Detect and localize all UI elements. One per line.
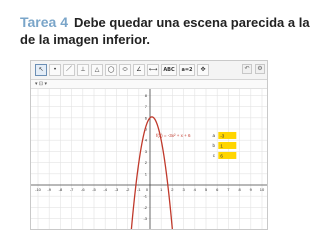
style-bar[interactable]: ▾ ⊡ ▾ (31, 80, 267, 89)
x-tick-label: 9 (250, 187, 253, 192)
slider-name-b: b (212, 143, 215, 148)
x-tick-label: 1 (160, 187, 163, 192)
task-heading: Tarea 4 Debe quedar una escena parecida a… (20, 14, 310, 48)
x-tick-label: -7 (70, 187, 74, 192)
x-tick-label: 3 (182, 187, 185, 192)
text-tool-icon[interactable]: ABC (161, 64, 177, 76)
x-tick-label: 7 (227, 187, 230, 192)
slider-value-a[interactable]: -3 (220, 133, 224, 138)
undo-icon[interactable]: ↶ (242, 64, 252, 74)
settings-icon[interactable]: ⚙ (255, 64, 265, 74)
x-tick-label: -4 (103, 187, 107, 192)
function-label[interactable]: f(x) = -3x² + x + 6 (156, 133, 191, 138)
geogebra-window: ↖ • ／ ⊥ △ ◯ ⬭ ∠ ⟷ ABC a=2 ✥ ⚙ ↶ ▾ ⊡ ▾ -10 -9 -8 -7 -6 -5 -4… (30, 60, 268, 230)
circle-icon[interactable]: ◯ (105, 64, 117, 76)
x-tick-label: 2 (171, 187, 174, 192)
perpendicular-icon[interactable]: ⊥ (77, 64, 89, 76)
x-tick-label: 5 (205, 187, 208, 192)
x-tick-label: 8 (238, 187, 241, 192)
line-icon[interactable]: ／ (63, 64, 75, 76)
x-tick-label: -5 (92, 187, 96, 192)
reflect-icon[interactable]: ⟷ (147, 64, 159, 76)
x-tick-label: 6 (216, 187, 219, 192)
ellipse-icon[interactable]: ⬭ (119, 64, 131, 76)
x-tick-label: 0 (146, 187, 149, 192)
x-tick-label: -3 (115, 187, 119, 192)
x-tick-label: -2 (126, 187, 130, 192)
y-tick-label: -4 (143, 227, 147, 230)
graphics-view[interactable]: -10 -9 -8 -7 -6 -5 -4 -3 -2 -1 0 1 2 3 4 5 6 7 8 9 10-4-3-2-… (31, 89, 268, 230)
x-tick-label: -10 (35, 187, 42, 192)
angle-icon[interactable]: ∠ (133, 64, 145, 76)
point-icon[interactable]: • (49, 64, 61, 76)
x-tick-label: 10 (260, 187, 265, 192)
slider-name-a: a (212, 133, 215, 138)
x-tick-label: -6 (81, 187, 85, 192)
x-tick-label: -9 (47, 187, 51, 192)
move-view-icon[interactable]: ✥ (197, 64, 209, 76)
x-tick-label: -1 (137, 187, 141, 192)
task-number: Tarea 4 (20, 14, 68, 30)
x-tick-label: 4 (194, 187, 197, 192)
slider-name-c: c (213, 153, 216, 158)
move-arrow-icon[interactable]: ↖ (35, 64, 47, 76)
polygon-icon[interactable]: △ (91, 64, 103, 76)
x-tick-label: -8 (59, 187, 63, 192)
slider-icon[interactable]: a=2 (179, 64, 195, 76)
toolbar: ↖ • ／ ⊥ △ ◯ ⬭ ∠ ⟷ ABC a=2 ✥ ⚙ ↶ (31, 61, 267, 80)
